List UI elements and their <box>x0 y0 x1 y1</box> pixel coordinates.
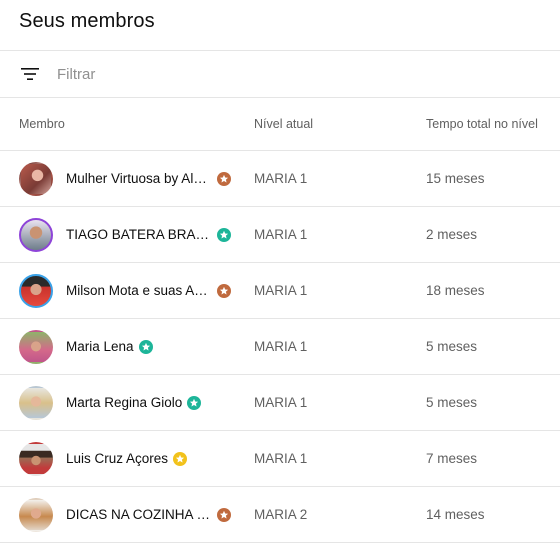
member-cell: Milson Mota e suas Ave... <box>19 273 231 308</box>
avatar[interactable] <box>19 162 53 196</box>
member-level: MARIA 1 <box>254 395 308 410</box>
member-time: 5 meses <box>426 339 478 354</box>
avatar[interactable] <box>19 498 53 532</box>
member-time: 15 meses <box>426 171 485 186</box>
member-time: 7 meses <box>426 451 478 466</box>
green-star-badge-icon <box>138 339 153 354</box>
member-time: 18 meses <box>426 283 485 298</box>
avatar[interactable] <box>19 217 53 252</box>
member-level: MARIA 1 <box>254 227 308 242</box>
member-cell: Maria Lena <box>19 330 153 364</box>
avatar[interactable] <box>19 386 53 420</box>
column-header-level: Nível atual <box>254 117 314 131</box>
column-header-time: Tempo total no nível <box>426 117 538 131</box>
page-title: Seus membros <box>19 10 155 32</box>
member-row[interactable]: Mulher Virtuosa by Alex... MARIA 1 15 me… <box>0 151 560 207</box>
member-level: MARIA 2 <box>254 507 308 522</box>
table-header: Membro Nível atual Tempo total no nível <box>0 98 560 151</box>
filter-icon[interactable] <box>19 63 41 85</box>
member-cell: TIAGO BATERA BRASIL ... <box>19 217 231 252</box>
member-time: 2 meses <box>426 227 478 242</box>
bronze-star-badge-icon <box>217 283 231 298</box>
member-name[interactable]: DICAS NA COZINHA - S... <box>66 507 212 522</box>
member-cell: Luis Cruz Açores <box>19 442 188 476</box>
bronze-star-badge-icon <box>217 507 231 522</box>
avatar[interactable] <box>19 442 53 476</box>
member-time: 5 meses <box>426 395 478 410</box>
member-time: 14 meses <box>426 507 485 522</box>
member-name[interactable]: TIAGO BATERA BRASIL ... <box>66 227 212 242</box>
member-name[interactable]: Mulher Virtuosa by Alex... <box>66 171 212 186</box>
member-cell: Marta Regina Giolo <box>19 386 202 420</box>
member-name[interactable]: Luis Cruz Açores <box>66 451 168 466</box>
column-header-member: Membro <box>19 117 65 131</box>
filter-input[interactable] <box>57 65 357 83</box>
filter-bar <box>0 51 560 98</box>
green-star-badge-icon <box>217 227 231 242</box>
member-name[interactable]: Marta Regina Giolo <box>66 395 182 410</box>
member-row[interactable]: TIAGO BATERA BRASIL ... MARIA 1 2 meses <box>0 207 560 263</box>
member-name[interactable]: Maria Lena <box>66 339 134 354</box>
member-row[interactable]: Marta Regina Giolo MARIA 1 5 meses <box>0 375 560 431</box>
member-row[interactable]: Maria Lena MARIA 1 5 meses <box>0 319 560 375</box>
member-level: MARIA 1 <box>254 171 308 186</box>
member-list: Mulher Virtuosa by Alex... MARIA 1 15 me… <box>0 151 560 543</box>
member-row[interactable]: Luis Cruz Açores MARIA 1 7 meses <box>0 431 560 487</box>
member-name[interactable]: Milson Mota e suas Ave... <box>66 283 212 298</box>
page-header: Seus membros <box>0 0 560 51</box>
member-level: MARIA 1 <box>254 451 308 466</box>
green-star-badge-icon <box>187 395 202 410</box>
member-level: MARIA 1 <box>254 339 308 354</box>
member-cell: Mulher Virtuosa by Alex... <box>19 162 231 196</box>
member-cell: DICAS NA COZINHA - S... <box>19 498 231 532</box>
gold-star-badge-icon <box>173 451 188 466</box>
member-level: MARIA 1 <box>254 283 308 298</box>
avatar[interactable] <box>19 273 53 308</box>
member-row[interactable]: DICAS NA COZINHA - S... MARIA 2 14 meses <box>0 487 560 543</box>
member-row[interactable]: Milson Mota e suas Ave... MARIA 1 18 mes… <box>0 263 560 319</box>
bronze-star-badge-icon <box>217 171 231 186</box>
avatar[interactable] <box>19 330 53 364</box>
